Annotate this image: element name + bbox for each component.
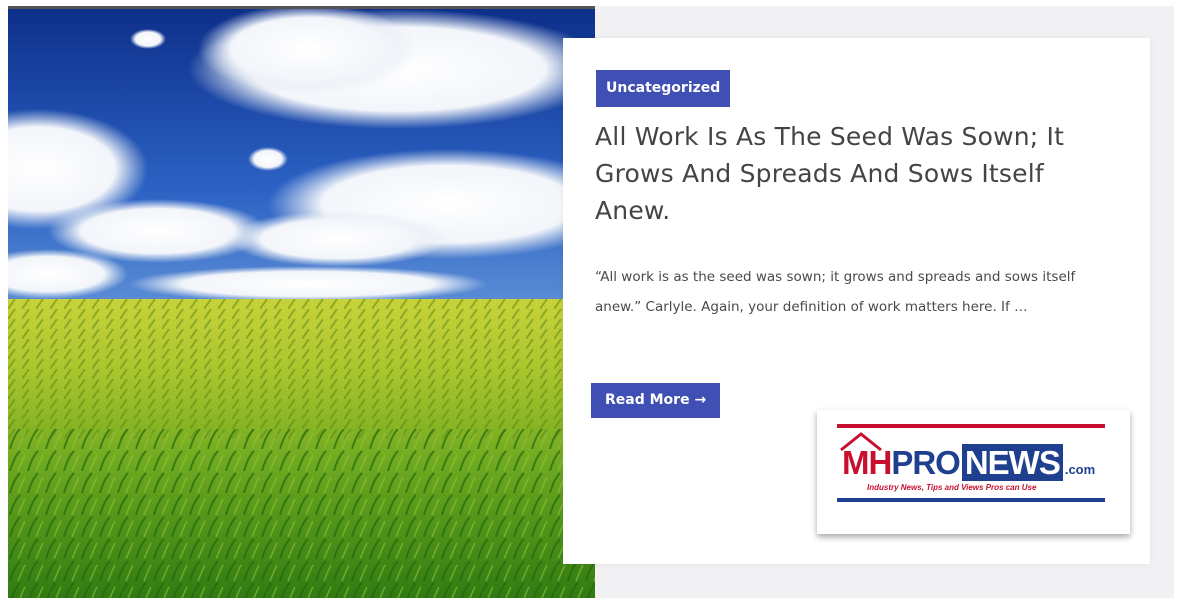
post-content: Uncategorized All Work Is As The Seed Wa…	[563, 38, 1150, 564]
logo-domain: .com	[1064, 462, 1096, 477]
logo-tagline: Industry News, Tips and Views Pros can U…	[867, 483, 1037, 492]
logo-red-rule	[837, 424, 1105, 428]
cornfield-photo	[8, 9, 595, 598]
category-badge[interactable]: Uncategorized	[596, 70, 731, 107]
read-more-button[interactable]: Read More →	[591, 383, 721, 418]
mhpronews-logo: MHPRO NEWS .com Industry News, Tips and Vi…	[817, 410, 1130, 534]
logo-pro: PRO	[891, 444, 961, 481]
post-excerpt: “All work is as the seed was sown; it gr…	[595, 269, 1076, 315]
featured-image[interactable]	[8, 6, 595, 598]
post-title[interactable]: All Work Is As The Seed Was Sown; It Gro…	[595, 118, 1125, 229]
logo-mh: MH	[842, 444, 892, 481]
logo-news: NEWS	[961, 444, 1063, 481]
logo-blue-rule	[837, 498, 1105, 502]
